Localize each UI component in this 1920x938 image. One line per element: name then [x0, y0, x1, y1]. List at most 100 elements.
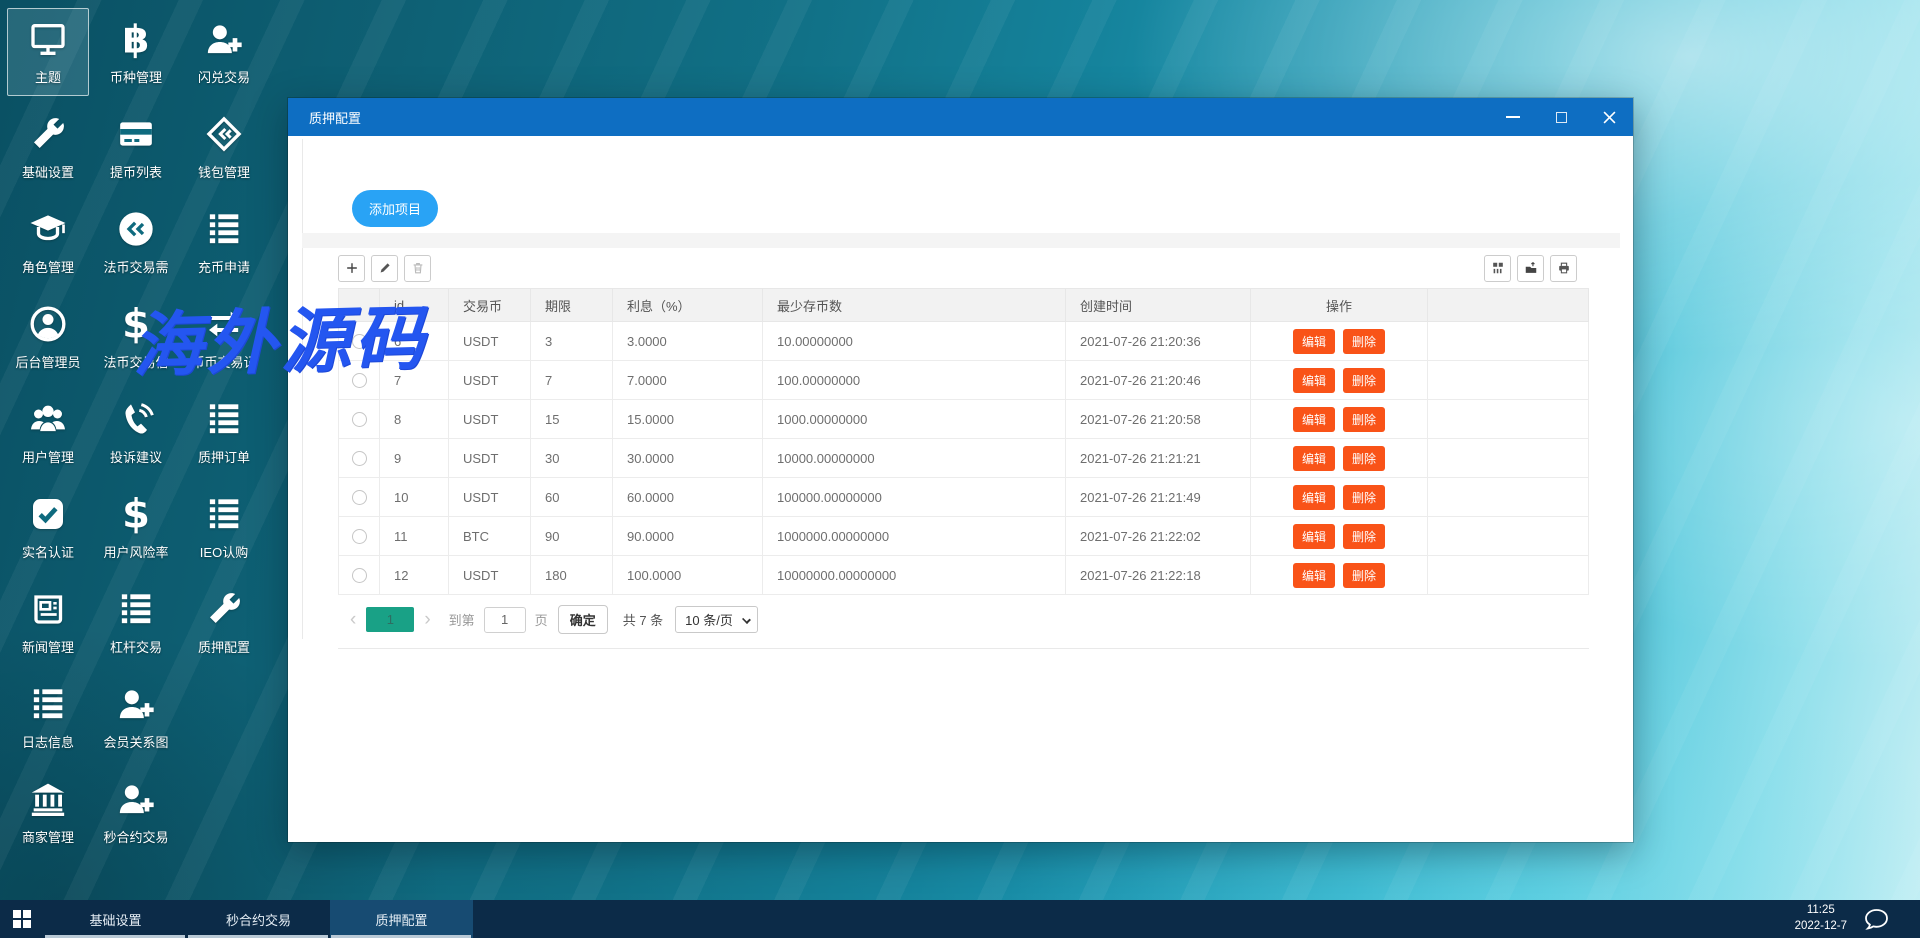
delete-button[interactable]: 删除 [1343, 562, 1386, 588]
desktop-icon[interactable]: ฿ 币种管理 [95, 8, 177, 96]
desktop-icon[interactable]: 主题 [7, 8, 89, 96]
cell-empty [1427, 555, 1589, 595]
next-page-arrow[interactable]: › [418, 610, 436, 629]
edit-button[interactable]: 编辑 [1292, 484, 1335, 510]
edit-button[interactable]: 编辑 [1292, 406, 1335, 432]
cell-coin: USDT [448, 399, 531, 439]
cell-coin: USDT [448, 360, 531, 400]
desktop-icon[interactable]: 提币列表 [95, 103, 177, 191]
cell-min-deposit: 10.00000000 [762, 321, 1066, 361]
edit-button[interactable]: 编辑 [1292, 562, 1335, 588]
desktop-icon[interactable]: 投诉建议 [95, 388, 177, 476]
toggle-columns-button[interactable] [1484, 254, 1511, 282]
table-row: 12 USDT 180 100.0000 10000000.00000000 2021-0… [338, 555, 1589, 595]
desktop-icon[interactable]: 新闻管理 [7, 578, 89, 666]
desktop-icon[interactable]: 基础设置 [7, 103, 89, 191]
delete-row-button[interactable] [404, 254, 431, 282]
maximize-button[interactable] [1537, 98, 1585, 136]
cell-created: 2021-07-26 21:20:58 [1065, 399, 1251, 439]
delete-button[interactable]: 删除 [1343, 445, 1386, 471]
delete-button[interactable]: 删除 [1343, 328, 1386, 354]
desktop-icon[interactable]: 后台管理员 [7, 293, 89, 381]
edit-button[interactable]: 编辑 [1292, 445, 1335, 471]
row-radio[interactable] [351, 412, 367, 428]
desktop-icon[interactable]: 用户管理 [7, 388, 89, 476]
delete-button[interactable]: 删除 [1343, 406, 1386, 432]
taskbar-item[interactable]: 基础设置 [44, 900, 187, 938]
row-radio[interactable] [351, 334, 367, 350]
desktop-icon[interactable]: 闪兑交易 [183, 8, 265, 96]
row-radio[interactable] [351, 568, 367, 584]
desktop-icon[interactable]: 角色管理 [7, 198, 89, 286]
cell-period: 60 [530, 477, 613, 517]
print-button[interactable] [1550, 254, 1577, 282]
cell-period: 180 [530, 555, 613, 595]
column-header: 操作 [1250, 288, 1428, 322]
desktop-icon-label: 日志信息 [21, 735, 74, 750]
edit-button[interactable]: 编辑 [1292, 328, 1335, 354]
window-controls [1489, 98, 1633, 136]
desktop-icon-label: 质押订单 [197, 450, 250, 465]
desktop-icon[interactable]: 钱包管理 [183, 103, 265, 191]
taskbar-item[interactable]: 质押配置 [330, 900, 473, 938]
desktop-icon-label: 角色管理 [21, 260, 74, 275]
desktop-icon[interactable]: IEO认购 [183, 483, 265, 571]
check-square-icon [27, 493, 69, 535]
goto-page-input[interactable] [483, 606, 526, 633]
goto-confirm-button[interactable]: 确定 [557, 605, 608, 634]
edit-button[interactable]: 编辑 [1292, 523, 1335, 549]
desktop-icon[interactable]: 会员关系图 [95, 673, 177, 761]
add-project-button[interactable]: 添加项目 [352, 190, 438, 227]
add-row-button[interactable] [338, 254, 365, 282]
edit-button[interactable]: 编辑 [1292, 367, 1335, 393]
desktop-icon[interactable]: 质押订单 [183, 388, 265, 476]
close-icon [1603, 111, 1615, 123]
prev-page-arrow[interactable]: ‹ [344, 610, 362, 629]
row-radio[interactable] [351, 373, 367, 389]
cell-coin: BTC [448, 516, 531, 556]
page-size-select[interactable]: 10 条/页 [675, 606, 758, 633]
cell-actions: 编辑 删除 [1250, 555, 1428, 595]
taskbar-clock[interactable]: 11:25 2022-12-7 [1795, 903, 1847, 934]
goto-prefix-label: 到第 [448, 613, 475, 628]
desktop-icon[interactable]: 秒合约交易 [95, 768, 177, 856]
table-header-row: id 交易币 期限 利息（%） 最少存币数 创建时间 操作 [338, 288, 1589, 322]
desktop-icon[interactable]: 质押配置 [183, 578, 265, 666]
row-radio[interactable] [351, 490, 367, 506]
desktop-icon[interactable]: 实名认证 [7, 483, 89, 571]
cell-actions: 编辑 删除 [1250, 477, 1428, 517]
desktop-icon[interactable]: 充币申请 [183, 198, 265, 286]
desktop: 主题 ฿ 币种管理 闪兑交易 基础设置 提币列表 钱包管理 角色管理 法币交易需 充币申请 后台管理… [0, 0, 1920, 938]
delete-button[interactable]: 删除 [1343, 484, 1386, 510]
cell-interest: 7.0000 [612, 360, 763, 400]
desktop-icon[interactable]: 法币交易需 [95, 198, 177, 286]
toolbar-left-group [338, 254, 431, 282]
desktop-icon[interactable]: 币币交易记 [183, 293, 265, 381]
row-radio[interactable] [351, 529, 367, 545]
notifications-button[interactable] [1863, 907, 1890, 931]
desktop-icon[interactable]: 日志信息 [7, 673, 89, 761]
cell-min-deposit: 10000000.00000000 [762, 555, 1066, 595]
column-header: 期限 [530, 288, 613, 322]
minimize-button[interactable] [1489, 98, 1537, 136]
export-button[interactable] [1517, 254, 1544, 282]
windows-logo-icon [13, 910, 31, 928]
desktop-icon[interactable]: $ 用户风险率 [95, 483, 177, 571]
row-radio[interactable] [351, 451, 367, 467]
table-body: 6 USDT 3 3.0000 10.00000000 2021-07-26 21:20:… [338, 321, 1589, 595]
desktop-icon[interactable]: $ 法币交易信 [95, 293, 177, 381]
taskbar-right: 11:25 2022-12-7 [1795, 900, 1920, 938]
delete-button[interactable]: 删除 [1343, 367, 1386, 393]
cell-actions: 编辑 删除 [1250, 516, 1428, 556]
taskbar-item[interactable]: 秒合约交易 [187, 900, 330, 938]
svg-text:$: $ [122, 304, 150, 344]
close-button[interactable] [1585, 98, 1633, 136]
desktop-icon[interactable]: 杠杆交易 [95, 578, 177, 666]
start-button[interactable] [0, 900, 44, 938]
desktop-icon[interactable]: 商家管理 [7, 768, 89, 856]
window-titlebar[interactable]: 质押配置 [288, 98, 1633, 136]
edit-row-button[interactable] [371, 254, 398, 282]
delete-button[interactable]: 删除 [1343, 523, 1386, 549]
table-row: 11 BTC 90 90.0000 1000000.00000000 2021-07-26… [338, 516, 1589, 556]
current-page-button[interactable]: 1 [366, 607, 415, 632]
